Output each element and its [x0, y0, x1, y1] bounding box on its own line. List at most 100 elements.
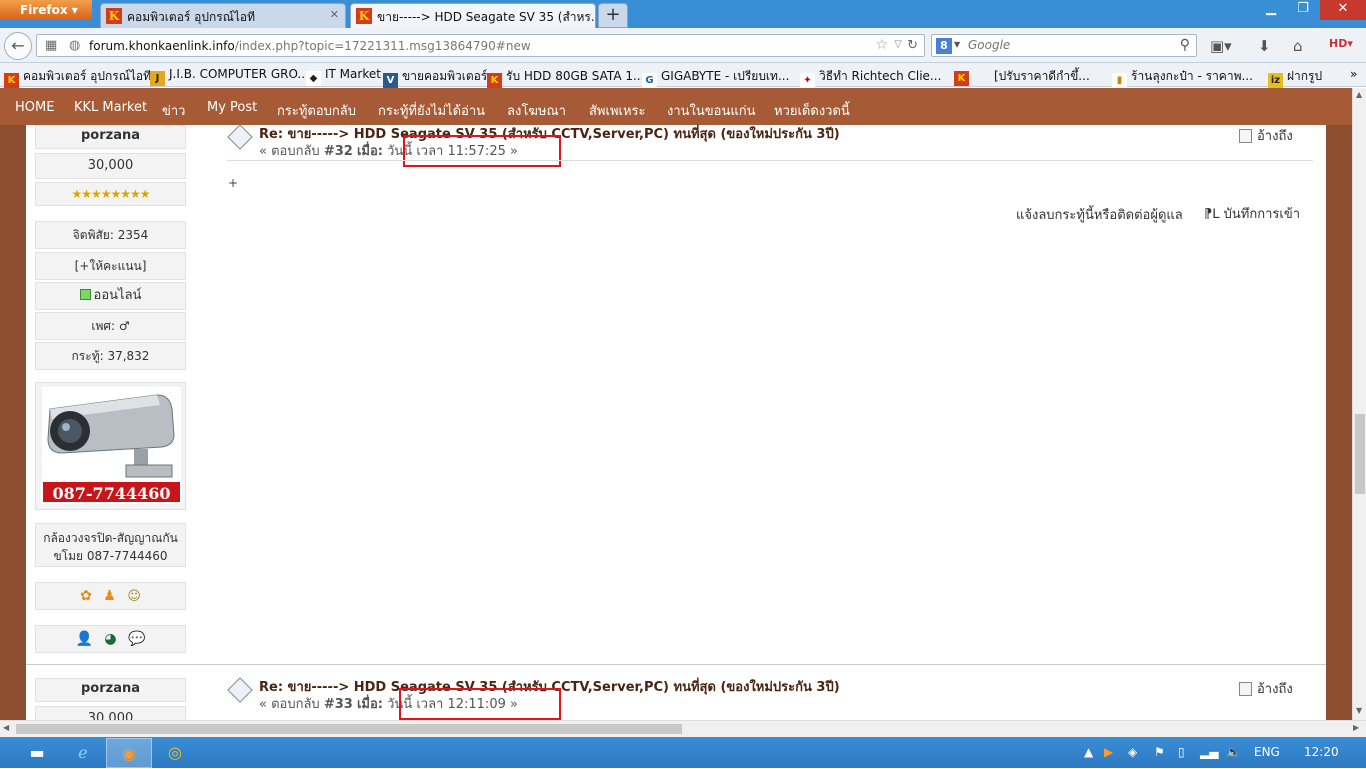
bookmarks-menu-icon[interactable]: ▣▾: [1210, 37, 1232, 55]
poster-gender: เพศ: ♂: [35, 312, 186, 340]
back-button[interactable]: ←: [4, 32, 32, 60]
scroll-thumb[interactable]: [16, 724, 682, 734]
horizontal-scrollbar[interactable]: ◀ ▶: [0, 720, 1366, 737]
close-window-button[interactable]: ✕: [1320, 0, 1366, 20]
navigation-toolbar: ← ▦ ◍ forum.khonkaenlink.info/index.php?…: [0, 28, 1366, 63]
battery-icon[interactable]: ▯: [1178, 745, 1185, 759]
network-icon[interactable]: ◈: [1128, 745, 1137, 759]
media-icon[interactable]: ▶: [1104, 745, 1113, 759]
tab-label: ขาย-----> HDD Seagate SV 35 (สำหร...: [377, 10, 596, 24]
maximize-button[interactable]: ❐: [1288, 0, 1318, 20]
bookmark-item[interactable]: K คอมพิวเตอร์ อุปกรณ์ไอที: [4, 67, 151, 88]
reply-number[interactable]: #32: [324, 144, 353, 159]
give-points-link[interactable]: [+ให้คะแนน]: [35, 252, 186, 280]
menu-unread-topics[interactable]: กระทู้ที่ยังไม่ได้อ่าน: [378, 100, 485, 121]
poster-karma: จิตพิสัย: 2354: [35, 221, 186, 249]
bookmark-item[interactable]: J J.I.B. COMPUTER GRO...: [150, 67, 309, 86]
close-icon[interactable]: ✕: [330, 8, 339, 21]
poster-post-count: กระทู้: 37,832: [35, 342, 186, 370]
search-bar[interactable]: 8 ▼ ⚲: [931, 34, 1197, 57]
scroll-left-icon[interactable]: ◀: [3, 723, 9, 732]
website-globe-icon[interactable]: ◕: [104, 631, 116, 647]
file-explorer-icon[interactable]: ▬: [14, 738, 60, 768]
tab-hdd-seagate[interactable]: K ขาย-----> HDD Seagate SV 35 (สำหร...: [350, 3, 596, 28]
quote-button[interactable]: อ้างถึง: [1239, 678, 1293, 699]
menu-news[interactable]: ข่าว: [162, 100, 186, 121]
globe-icon: ◍: [69, 38, 81, 53]
bookmark-item[interactable]: K รับ HDD 80GB SATA 1...: [487, 67, 644, 88]
poster-signature: กล้องวงจรปิด-สัญญาณกันขโมย 087-7744460: [35, 523, 186, 567]
bookmark-item[interactable]: K: [954, 67, 973, 86]
poster-username[interactable]: porzana: [35, 678, 186, 702]
gigabyte-icon: G: [642, 73, 657, 88]
chevron-down-icon[interactable]: ▼: [954, 40, 960, 49]
menu-lottery[interactable]: หวยเด็ดงวดนี้: [774, 100, 850, 121]
bookmark-item[interactable]: G GIGABYTE - เปรียบเท...: [642, 67, 789, 88]
dropdown-icon[interactable]: ▽: [894, 39, 902, 50]
reply-number[interactable]: #33: [324, 697, 353, 712]
menu-my-post[interactable]: My Post: [207, 100, 257, 115]
message-icon[interactable]: 💬: [128, 631, 145, 647]
logged-ip: ⁋ᒪ บันทึกการเข้า: [1204, 207, 1301, 222]
poster-rank-value: 30,000: [35, 706, 186, 720]
menu-kkl-market[interactable]: KKL Market: [74, 100, 147, 115]
scroll-thumb[interactable]: [1355, 414, 1365, 494]
search-input[interactable]: [968, 38, 1168, 52]
site-k-icon: K: [487, 73, 502, 88]
scroll-up-icon[interactable]: ▲: [1356, 90, 1362, 99]
yahoo-icon[interactable]: ☺: [127, 589, 141, 604]
bookmark-item[interactable]: [ปรับราคาดีกำขึ้...: [994, 67, 1090, 86]
vertical-scrollbar[interactable]: ▲ ▼: [1352, 88, 1366, 720]
messenger-icons: ✿ ♟ ☺: [35, 582, 186, 610]
more-bookmarks-icon[interactable]: »: [1350, 67, 1357, 81]
minimize-button[interactable]: ▁: [1256, 0, 1286, 20]
signal-icon[interactable]: ▂▄: [1200, 745, 1218, 759]
menu-miscellaneous[interactable]: สัพเพเหระ: [589, 100, 646, 121]
site-k-icon: K: [356, 8, 372, 24]
flag-icon[interactable]: ⚑: [1154, 745, 1165, 759]
menu-khonkaen-events[interactable]: งานในขอนแก่น: [667, 100, 756, 121]
forum-content: porzana 30,000 ★★★★★★★★ จิตพิสัย: 2354 […: [26, 124, 1326, 720]
profile-icon[interactable]: 👤: [76, 631, 93, 647]
logged-icon: ⁋ᒪ: [1204, 207, 1224, 222]
divider: [227, 160, 1313, 161]
bookmark-item[interactable]: ▮ ร้านลุงกะป๋า - ราคาพ...: [1112, 67, 1253, 88]
post-separator: [26, 664, 1326, 665]
quote-button[interactable]: อ้างถึง: [1239, 125, 1293, 146]
volume-icon[interactable]: 🔈: [1226, 745, 1241, 759]
tray-expand-icon[interactable]: ▲: [1084, 745, 1093, 759]
new-tab-button[interactable]: +: [598, 3, 628, 28]
quote-icon: [1239, 129, 1252, 143]
menu-advertise[interactable]: ลงโฆษณา: [507, 100, 566, 121]
bookmark-star-icon[interactable]: ☆: [875, 37, 888, 53]
scroll-down-icon[interactable]: ▼: [1356, 706, 1362, 715]
chrome-icon[interactable]: ◎: [152, 738, 198, 768]
msn-icon[interactable]: ✿: [80, 588, 92, 604]
download-icon[interactable]: ⬇: [1258, 37, 1271, 55]
bookmark-item[interactable]: iz ฝากรูป: [1268, 67, 1322, 88]
search-icon[interactable]: ⚲: [1180, 37, 1190, 53]
menu-home[interactable]: HOME: [15, 100, 54, 115]
bookmark-item[interactable]: V ขายคอมพิวเตอร์: [383, 67, 487, 88]
language-indicator[interactable]: ENG: [1254, 745, 1280, 759]
report-post-link[interactable]: แจ้งลบกระทู้นี้หรือติดต่อผู้ดูแล: [1016, 204, 1183, 225]
online-status: ออนไลน์: [35, 282, 186, 310]
reload-icon[interactable]: ↻: [907, 38, 918, 53]
bookmark-item[interactable]: ✦ วิธีทำ Richtech Clie...: [800, 67, 941, 88]
scroll-right-icon[interactable]: ▶: [1353, 723, 1359, 732]
clock[interactable]: 12:20: [1304, 745, 1339, 759]
menu-replied-topics[interactable]: กระทู้ตอบกลับ: [277, 100, 356, 121]
post-icon: [227, 124, 253, 150]
url-bar[interactable]: ▦ ◍ forum.khonkaenlink.info/index.php?to…: [36, 34, 925, 57]
aim-icon[interactable]: ♟: [103, 588, 116, 604]
tab-computer-equipment[interactable]: K คอมพิวเตอร์ อุปกรณ์ไอที ✕: [100, 3, 346, 28]
tab-label: คอมพิวเตอร์ อุปกรณ์ไอที: [127, 10, 255, 24]
bookmark-item[interactable]: ◆ IT Market: [306, 67, 381, 86]
dino-icon: ✦: [800, 73, 815, 88]
hd-addon-icon[interactable]: HD▾: [1329, 37, 1353, 50]
home-icon[interactable]: ⌂: [1293, 37, 1303, 55]
poster-username[interactable]: porzana: [35, 125, 186, 149]
firefox-icon[interactable]: ◉: [106, 738, 152, 768]
internet-explorer-icon[interactable]: ℯ: [60, 738, 106, 768]
firefox-menu-button[interactable]: Firefox ▾: [0, 0, 92, 20]
